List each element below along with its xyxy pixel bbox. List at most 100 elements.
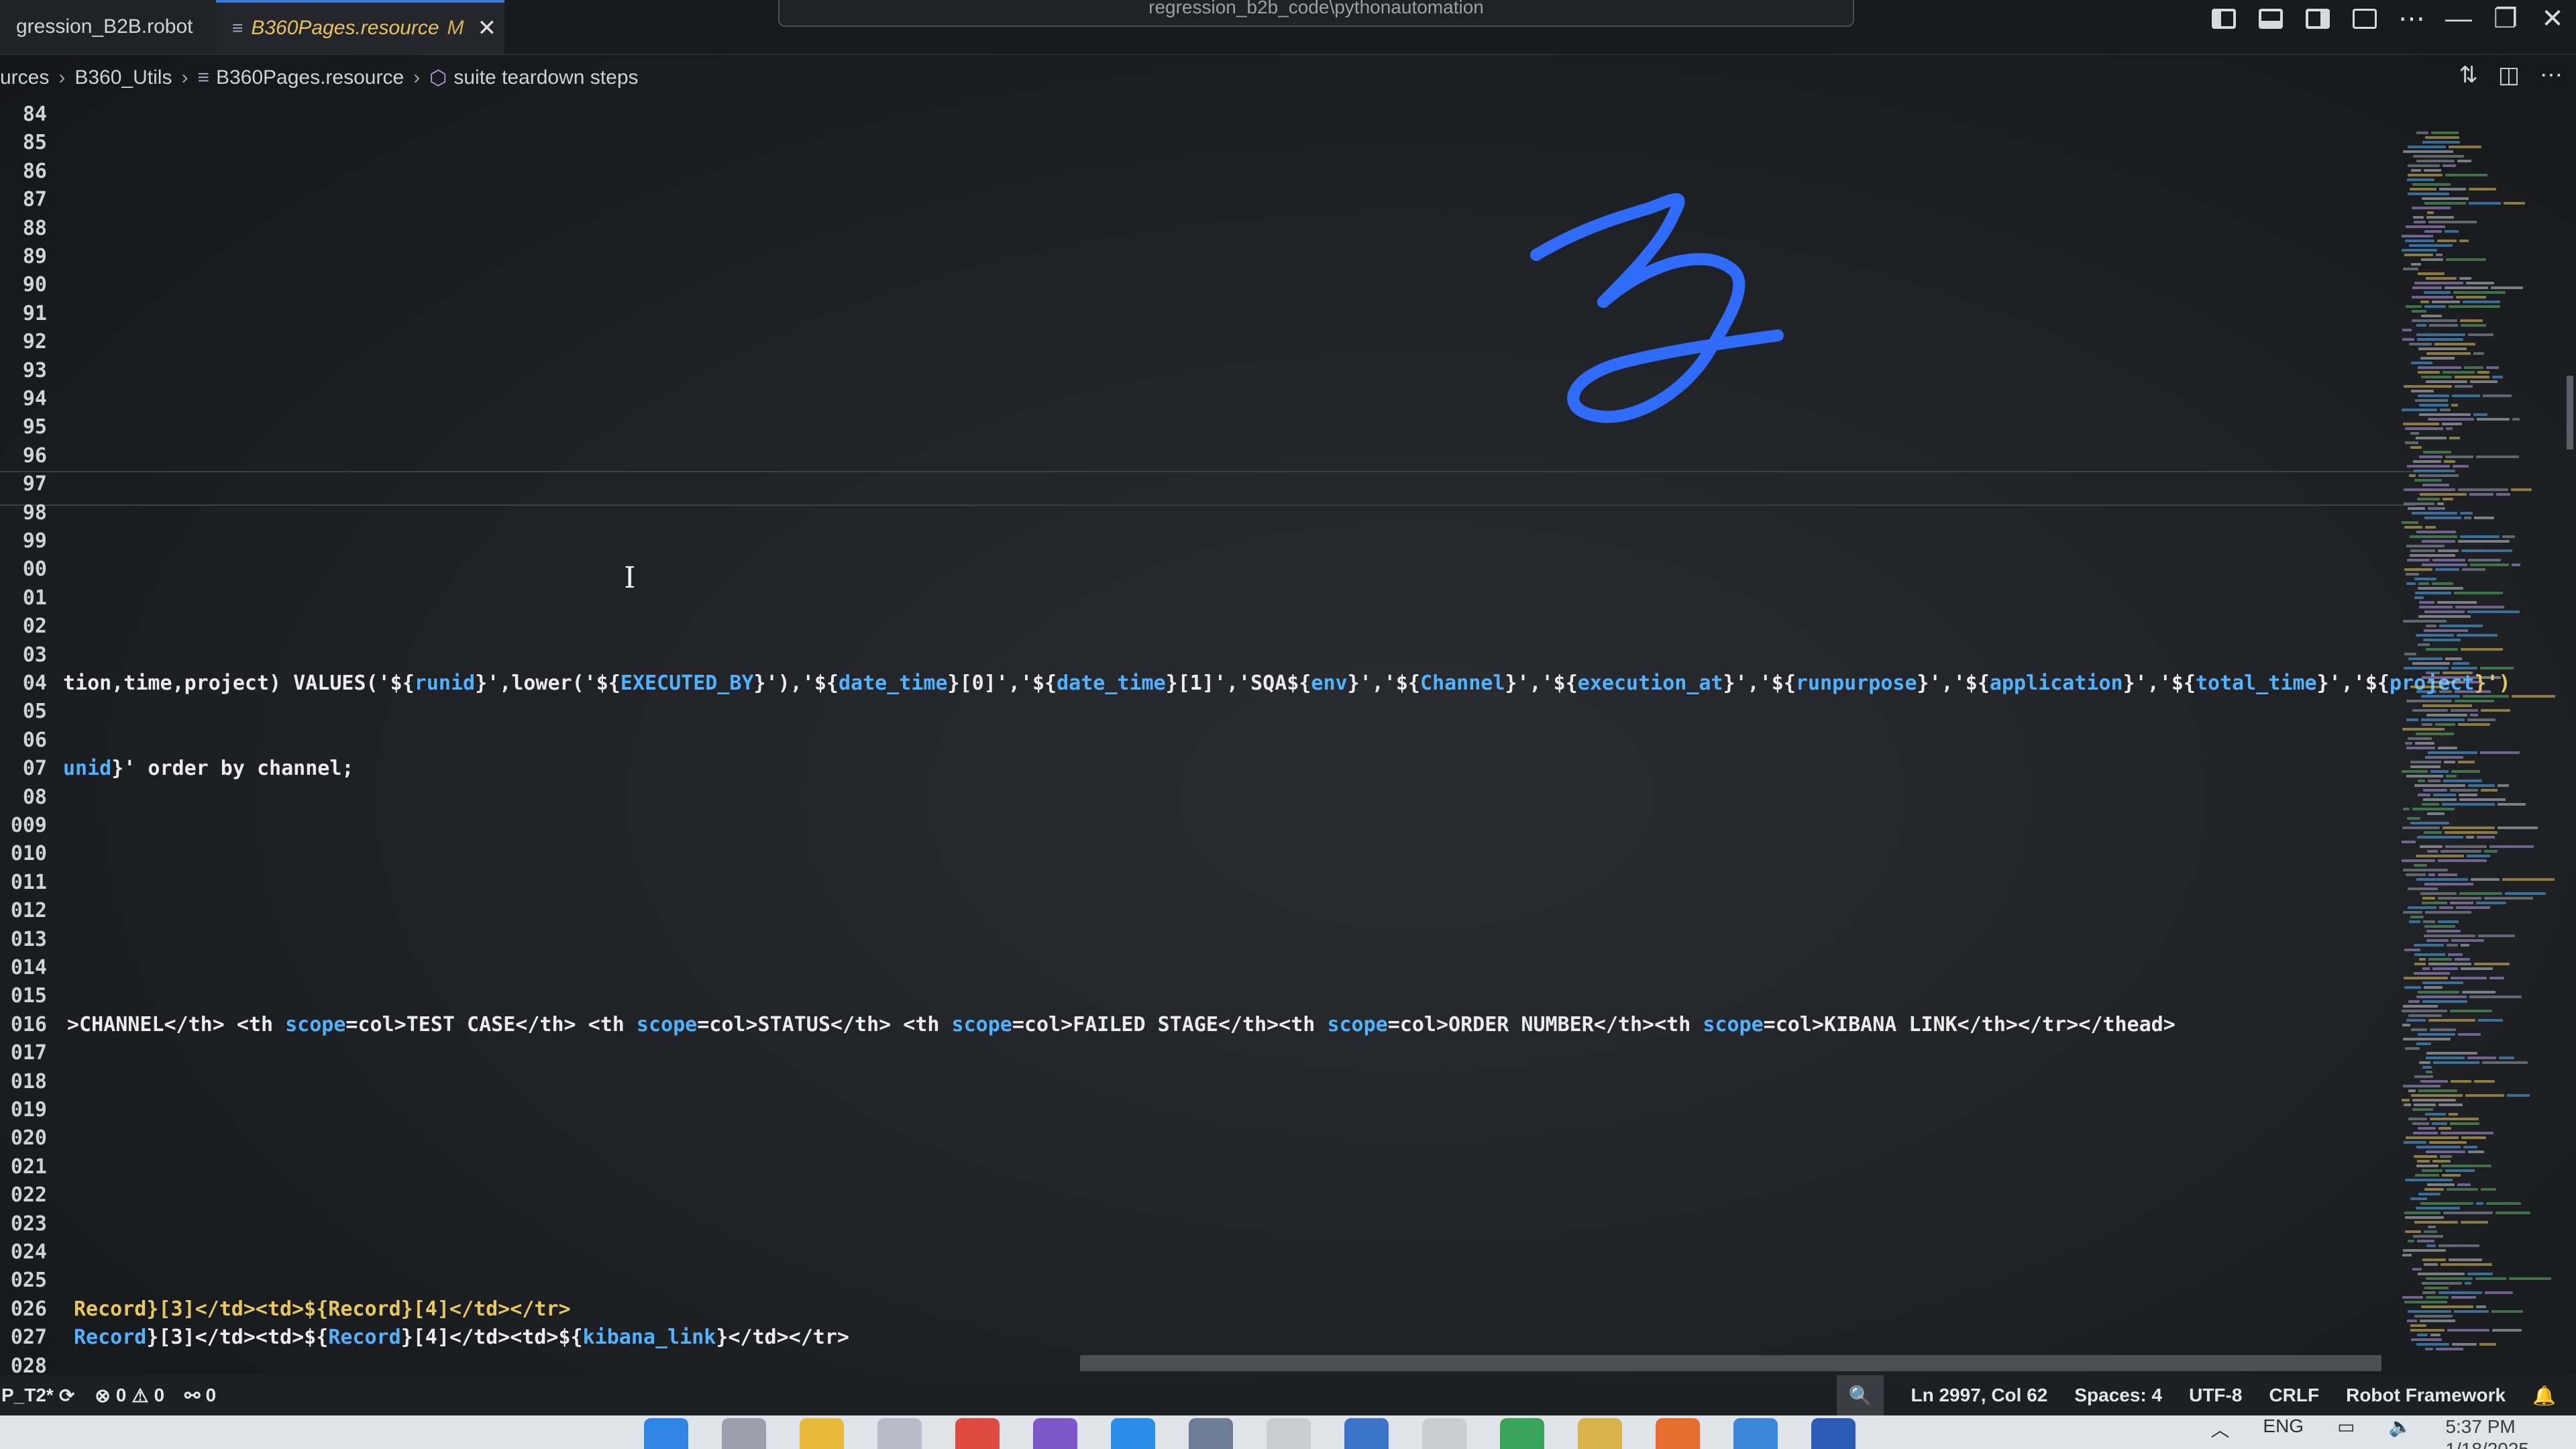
minimap-line xyxy=(2410,432,2419,435)
file-encoding[interactable]: UTF-8 xyxy=(2189,1385,2242,1406)
minimize-icon[interactable]: — xyxy=(2435,0,2482,38)
breadcrumb-item-symbol[interactable]: suite teardown steps xyxy=(453,66,638,89)
app-icon[interactable] xyxy=(1422,1418,1466,1449)
code-token: tion,time,project) VALUES( xyxy=(63,672,378,695)
search-icon[interactable] xyxy=(722,1418,766,1449)
app-icon[interactable] xyxy=(1344,1418,1389,1449)
code-line-record-row-kibana[interactable]: Record}[3]</td><td>${Record}[4]</td><td>… xyxy=(74,1324,849,1352)
minimap-line xyxy=(2403,620,2447,623)
minimap-line xyxy=(2485,1291,2513,1294)
line-number: 04 xyxy=(22,672,47,695)
breadcrumb-item-resources[interactable]: urces xyxy=(0,66,49,89)
minimap-line xyxy=(2452,394,2480,397)
line-number: 027 xyxy=(10,1326,47,1350)
more-actions-icon[interactable]: ⋯ xyxy=(2540,62,2563,89)
postman-icon[interactable] xyxy=(1656,1418,1700,1449)
file-explorer-icon[interactable] xyxy=(800,1418,844,1449)
notepad-icon[interactable] xyxy=(1733,1418,1778,1449)
zoom-icon[interactable]: 🔍 xyxy=(1836,1375,1884,1415)
chevron-up-icon[interactable]: ︿ xyxy=(2210,1415,2229,1442)
windows-start-icon[interactable] xyxy=(644,1418,688,1449)
minimap-line xyxy=(2439,188,2466,191)
breadcrumb-item-b360-utils[interactable]: B360_Utils xyxy=(74,66,172,89)
teams-icon[interactable] xyxy=(1033,1418,1077,1449)
minimap-line xyxy=(2410,446,2422,449)
horizontal-scrollbar-thumb[interactable] xyxy=(1080,1355,2381,1371)
minimap-line xyxy=(2408,146,2446,148)
minimap-line xyxy=(2418,587,2463,590)
minimap-line xyxy=(2453,465,2469,468)
minimap-line xyxy=(2426,672,2440,674)
minimap-line xyxy=(2410,1197,2427,1200)
minimap-line xyxy=(2405,1047,2420,1050)
minimap-line xyxy=(2402,1024,2410,1026)
app-icon[interactable] xyxy=(1267,1418,1311,1449)
branch-status[interactable]: P_T2* ⟳ xyxy=(1,1385,74,1407)
minimap-line xyxy=(2446,427,2453,430)
compare-changes-icon[interactable]: ⇅ xyxy=(2459,62,2478,89)
warning-icon: ⚠ xyxy=(131,1385,149,1406)
chrome-icon[interactable] xyxy=(955,1418,1000,1449)
code-line-record-row[interactable]: Record}[3]</td><td>${Record}[4]</td></tr… xyxy=(74,1295,571,1324)
minimap-line xyxy=(2477,371,2489,374)
code-token: }'),'${ xyxy=(753,672,839,695)
indentation[interactable]: Spaces: 4 xyxy=(2074,1385,2162,1406)
problems-status[interactable]: ⊗ 0 ⚠ 0 xyxy=(95,1385,164,1407)
code-editor[interactable]: 84 85 86 87 88 89 90 91 92 93 94 95 96 97 98 99 00 01 02 03… xyxy=(0,98,2511,1378)
code-token: kibana_link xyxy=(582,1326,716,1350)
minimap-line xyxy=(2480,667,2514,669)
minimap-line xyxy=(2455,385,2473,388)
minimap-line xyxy=(2438,1291,2482,1294)
minimap-line xyxy=(2461,549,2512,552)
minimap-line xyxy=(2411,1028,2427,1031)
snipping-tool-icon[interactable] xyxy=(877,1418,922,1449)
minimap-line xyxy=(2404,986,2421,989)
close-window-icon[interactable]: ✕ xyxy=(2529,0,2576,38)
breadcrumb-item-file[interactable]: B360Pages.resource xyxy=(216,66,404,89)
app-icon[interactable] xyxy=(1500,1418,1544,1449)
minimap-line xyxy=(2427,211,2434,214)
minimap-line xyxy=(2418,1033,2455,1036)
code-line-insert-values[interactable]: tion,time,project) VALUES('${runid}',low… xyxy=(63,669,2511,698)
minimap-line xyxy=(2430,770,2449,773)
customize-layout-icon[interactable] xyxy=(2341,0,2388,38)
minimap[interactable] xyxy=(2402,131,2563,1366)
code-line-order-by[interactable]: unid}' order by channel; xyxy=(63,755,354,783)
toggle-primary-sidebar-icon[interactable] xyxy=(2200,0,2247,38)
minimap-line xyxy=(2410,1329,2445,1332)
restore-icon[interactable]: ❐ xyxy=(2482,0,2529,38)
minimap-line xyxy=(2406,225,2445,228)
minimap-line xyxy=(2405,441,2418,444)
volume-icon[interactable]: 🔈 xyxy=(2389,1415,2412,1438)
line-number: 91 xyxy=(22,301,47,325)
minimap-line xyxy=(2481,676,2501,679)
vertical-scrollbar-thumb[interactable] xyxy=(2567,376,2573,449)
toggle-panel-icon[interactable] xyxy=(2247,0,2294,38)
end-of-line[interactable]: CRLF xyxy=(2269,1385,2319,1406)
accounts-menu-icon[interactable]: ⋯ xyxy=(2388,0,2435,38)
minimap-line xyxy=(2421,258,2443,261)
code-line-table-header[interactable]: >CHANNEL</th> <th scope=col>TEST CASE</t… xyxy=(67,1011,2176,1039)
editor-actions: ⇅ ◫ ⋯ xyxy=(2459,62,2563,89)
vscode-icon[interactable] xyxy=(1111,1418,1155,1449)
app-icon[interactable] xyxy=(1811,1418,1856,1449)
cursor-position[interactable]: Ln 2997, Col 62 xyxy=(1911,1385,2047,1406)
notification-app-icon[interactable] xyxy=(1189,1418,1233,1449)
tab-b360pages-resource[interactable]: ≡ B360Pages.resource M ✕ xyxy=(216,0,504,54)
code-token: =col>STATUS</th> <th xyxy=(697,1012,952,1036)
minimap-line xyxy=(2458,488,2508,491)
network-icon[interactable]: ▭ xyxy=(2337,1415,2355,1438)
minimap-line xyxy=(2443,672,2473,674)
ports-status[interactable]: ⚯ 0 xyxy=(184,1385,216,1407)
minimap-line xyxy=(2499,1057,2514,1059)
input-language[interactable]: ENG xyxy=(2263,1415,2304,1437)
close-icon[interactable]: ✕ xyxy=(478,15,497,42)
toggle-secondary-sidebar-icon[interactable] xyxy=(2294,0,2341,38)
language-mode[interactable]: Robot Framework xyxy=(2346,1385,2506,1406)
tab-regression-b2b[interactable]: gression_B2B.robot xyxy=(0,0,216,54)
split-editor-icon[interactable]: ◫ xyxy=(2498,62,2520,89)
app-icon[interactable] xyxy=(1578,1418,1622,1449)
command-center[interactable]: regression_b2b_code\pythonautomation xyxy=(778,0,1854,27)
clock[interactable]: 5:37 PM 1/18/2025 xyxy=(2445,1415,2529,1449)
notifications-bell-icon[interactable]: 🔔 xyxy=(2532,1385,2556,1407)
